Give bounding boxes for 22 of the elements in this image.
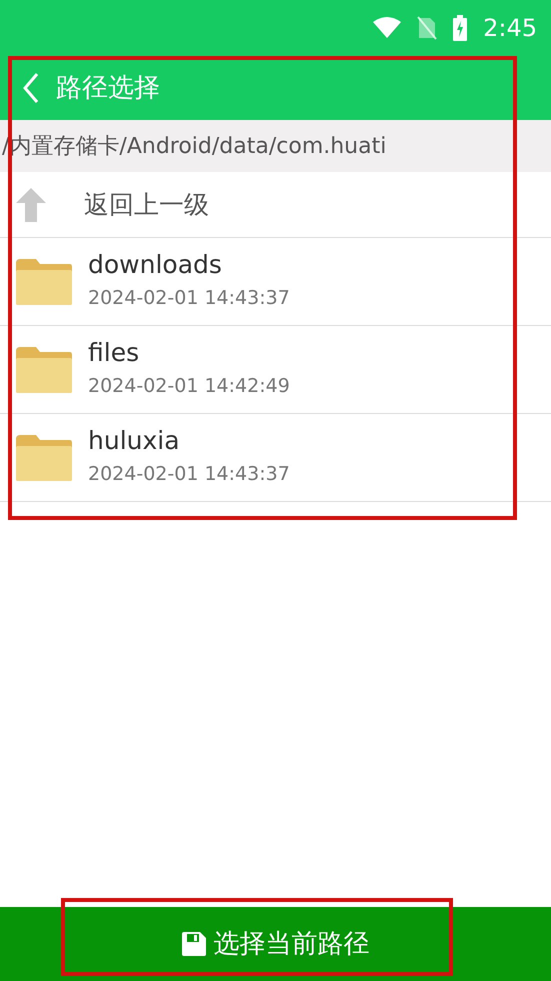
folder-name: huluxia xyxy=(88,426,181,456)
battery-icon xyxy=(453,15,468,41)
modified-date: 2024-02-01 14:42:49 xyxy=(88,374,290,400)
folder-row[interactable]: downloads 2024-02-01 14:43:37 xyxy=(0,238,551,326)
folder-icon xyxy=(16,434,72,480)
select-path-button[interactable]: 选择当前路径 xyxy=(0,907,551,981)
wifi-icon xyxy=(373,17,402,39)
modified-date: 2024-02-01 14:43:37 xyxy=(88,462,290,488)
up-arrow-icon xyxy=(16,188,46,222)
folder-name: files xyxy=(88,338,140,368)
folder-name: downloads xyxy=(88,250,223,280)
folder-icon xyxy=(16,258,72,304)
folder-row[interactable]: huluxia 2024-02-01 14:43:37 xyxy=(0,414,551,502)
modified-date: 2024-02-01 14:43:37 xyxy=(88,286,290,312)
clock-time: 2:45 xyxy=(483,13,537,44)
folder-row[interactable]: files 2024-02-01 14:42:49 xyxy=(0,326,551,414)
folder-icon xyxy=(16,346,72,392)
page-title: 路径选择 xyxy=(56,72,160,104)
no-sim-icon xyxy=(417,16,438,40)
back-icon[interactable] xyxy=(22,72,40,104)
list-item[interactable]: 返回上一级 xyxy=(0,172,551,238)
save-icon xyxy=(182,932,206,956)
